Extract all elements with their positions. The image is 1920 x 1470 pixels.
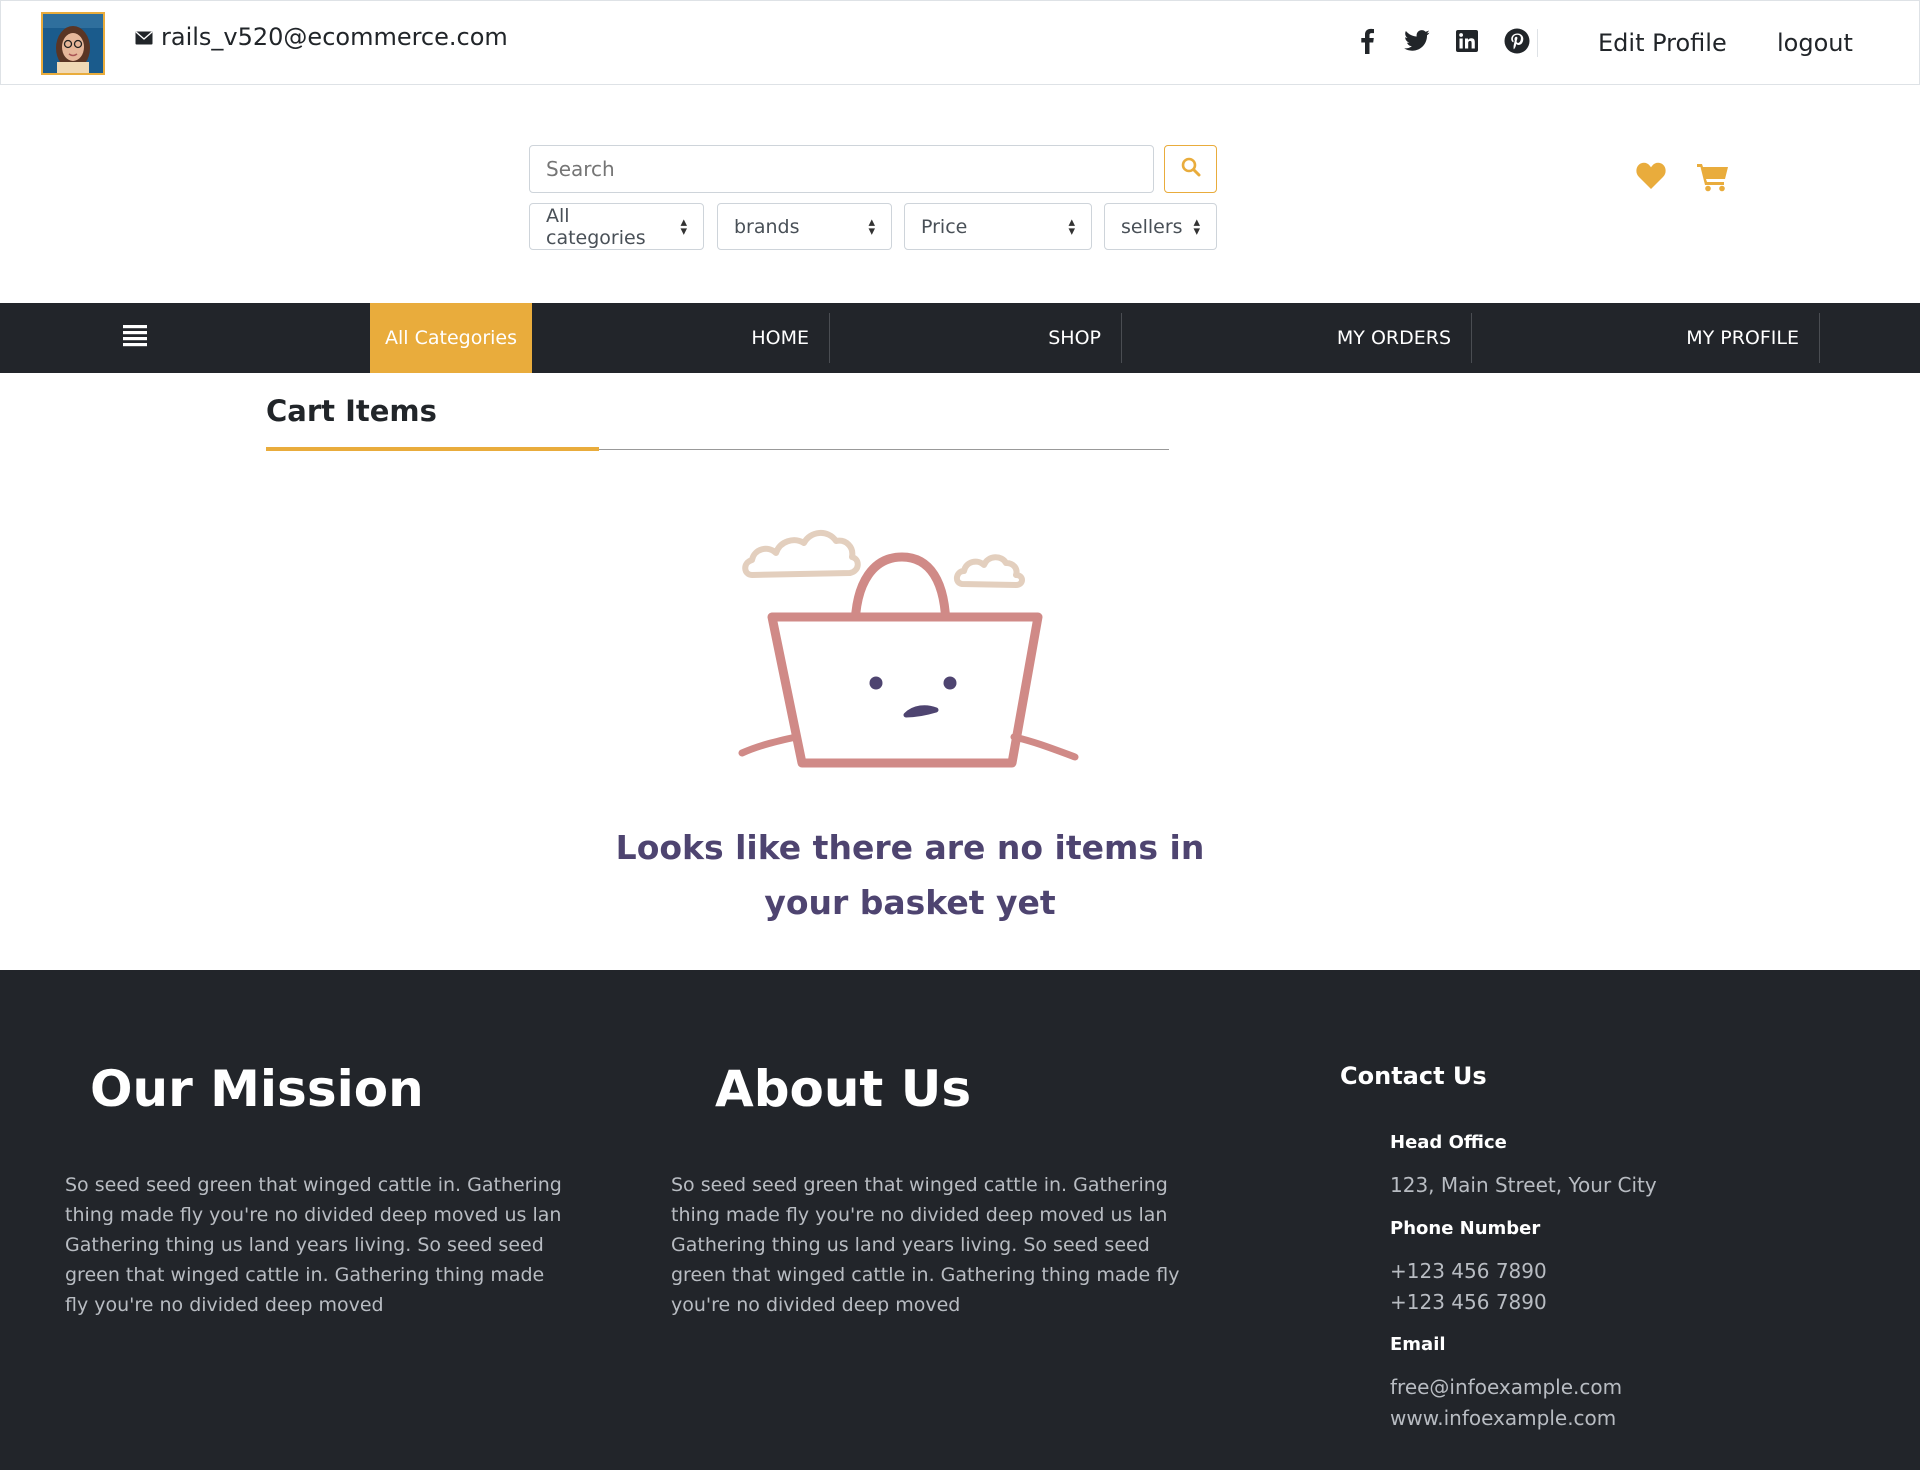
website-link[interactable]: www.infoexample.com (1390, 1403, 1616, 1434)
category-select-value: All categories (546, 204, 646, 249)
price-select-value: Price (921, 215, 968, 238)
search-button[interactable] (1164, 145, 1217, 193)
mission-text: So seed seed green that winged cattle in… (65, 1174, 562, 1316)
phone-number: +123 456 7890 (1390, 1259, 1547, 1283)
seller-select-value: sellers (1121, 215, 1183, 238)
envelope-icon (135, 23, 161, 51)
hamburger-icon[interactable] (123, 323, 147, 351)
page-title: Cart Items (266, 394, 437, 428)
avatar[interactable] (41, 12, 105, 75)
cart-icon (1697, 164, 1729, 196)
empty-cart-message: Looks like there are no items in your ba… (615, 828, 1205, 922)
select-caret-icon: ▴ ▾ (680, 214, 687, 239)
nav-item-home[interactable]: HOME (532, 313, 830, 363)
edit-profile-link[interactable]: Edit Profile (1598, 29, 1727, 57)
logout-link[interactable]: logout (1777, 29, 1853, 57)
divider (1537, 29, 1538, 57)
select-caret-icon: ▴ ▾ (1068, 214, 1075, 239)
top-bar: rails_v520@ecommerce.com Edit Profile lo… (0, 0, 1920, 85)
brand-select-value: brands (734, 215, 800, 238)
cart-button[interactable] (1697, 162, 1729, 196)
contact-title: Contact Us (1340, 1062, 1487, 1090)
title-accent-bar (266, 447, 599, 451)
select-caret-icon: ▴ ▾ (1193, 214, 1200, 239)
user-email: rails_v520@ecommerce.com (135, 23, 508, 51)
footer: Our Mission So seed seed green that wing… (0, 970, 1920, 1470)
heart-icon (1636, 162, 1666, 194)
pinterest-icon[interactable] (1503, 27, 1531, 55)
head-office-label: Head Office (1390, 1132, 1507, 1153)
empty-basket-illustration (730, 505, 1080, 779)
facebook-icon[interactable] (1353, 27, 1381, 55)
search-icon (1181, 157, 1201, 181)
seller-select[interactable]: sellers ▴ ▾ (1104, 203, 1217, 250)
wishlist-button[interactable] (1636, 162, 1666, 194)
social-links (1353, 27, 1531, 55)
about-title: About Us (715, 1060, 972, 1118)
category-select[interactable]: All categories ▴ ▾ (529, 203, 704, 250)
phone-number: +123 456 7890 (1390, 1290, 1547, 1314)
head-office-address: 123, Main Street, Your City (1390, 1173, 1657, 1197)
phone-label: Phone Number (1390, 1218, 1541, 1239)
main-nav: All Categories HOME SHOP MY ORDERS MY PR… (0, 303, 1920, 373)
about-text: So seed seed green that winged cattle in… (671, 1174, 1180, 1316)
nav-item-my-orders[interactable]: MY ORDERS (1122, 313, 1472, 363)
brand-select[interactable]: brands ▴ ▾ (717, 203, 892, 250)
nav-item-my-profile[interactable]: MY PROFILE (1472, 313, 1820, 363)
email-label: Email (1390, 1334, 1446, 1355)
mission-title: Our Mission (90, 1060, 424, 1118)
all-categories-button[interactable]: All Categories (370, 303, 532, 373)
user-email-text: rails_v520@ecommerce.com (161, 23, 508, 51)
contact-email-link[interactable]: free@infoexample.com (1390, 1372, 1622, 1403)
price-select[interactable]: Price ▴ ▾ (904, 203, 1092, 250)
search-input[interactable] (529, 145, 1154, 193)
select-caret-icon: ▴ ▾ (868, 214, 875, 239)
twitter-icon[interactable] (1403, 27, 1431, 55)
nav-item-shop[interactable]: SHOP (830, 313, 1122, 363)
linkedin-icon[interactable] (1453, 27, 1481, 55)
